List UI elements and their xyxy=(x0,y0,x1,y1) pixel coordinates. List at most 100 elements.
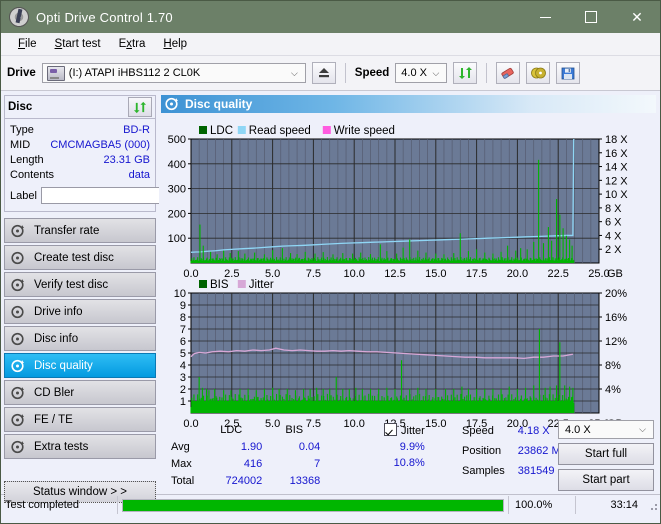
burn-button[interactable] xyxy=(526,62,550,84)
save-button[interactable] xyxy=(556,62,580,84)
max-bis-value: 7 xyxy=(266,456,322,471)
maximize-button[interactable] xyxy=(568,1,614,33)
sidebar-label: Drive info xyxy=(34,306,83,318)
disc-length-label: Length xyxy=(10,154,44,166)
speed-stat-label: Speed xyxy=(461,422,515,440)
y-tick-label: 8 xyxy=(180,312,186,324)
refresh-button[interactable] xyxy=(453,62,477,84)
speed-select[interactable]: 4.0 X ⌵ xyxy=(395,63,447,83)
y-tick-label: 1 xyxy=(180,396,186,408)
sidebar-item-fe-te[interactable]: FE / TE xyxy=(4,407,156,432)
refresh-disc-icon xyxy=(133,101,147,114)
disc-refresh-button[interactable] xyxy=(128,97,152,117)
y-tick-label: 10 xyxy=(174,288,186,300)
sidebar-item-create-test-disc[interactable]: Create test disc xyxy=(4,245,156,270)
progress-bar xyxy=(122,499,504,512)
x-axis-unit: GB xyxy=(607,268,623,280)
minimize-button[interactable] xyxy=(522,1,568,33)
jitter-checkbox-cell[interactable]: Jitter xyxy=(383,422,426,438)
resize-grip[interactable] xyxy=(646,499,658,511)
test-speed-select[interactable]: 4.0 X ⌵ xyxy=(558,420,654,439)
jitter-stats: Jitter 9.9% 10.8% xyxy=(381,420,428,472)
sidebar-item-transfer-rate[interactable]: Transfer rate xyxy=(4,218,156,243)
app-window: Opti Drive Control 1.70 ✕ FFileile Start… xyxy=(0,0,661,524)
y-tick-label: 7 xyxy=(180,324,186,336)
toolbar-divider xyxy=(345,63,346,83)
drive-select[interactable]: (I:) ATAPI iHBS112 2 CL0K ⌵ xyxy=(42,63,306,83)
menu-item-file[interactable]: FFileile xyxy=(9,36,46,52)
charts-container: LDCRead speedWrite speed1002003004005002… xyxy=(161,113,660,436)
save-icon xyxy=(561,67,575,80)
y2-tick-label: 8 X xyxy=(605,203,622,215)
disc-label-label: Label xyxy=(10,190,37,202)
panel-title: Disc quality xyxy=(185,97,252,111)
sidebar-label: Extra tests xyxy=(34,441,88,453)
eject-icon xyxy=(317,67,331,79)
window-controls: ✕ xyxy=(522,1,660,33)
sidebar-label: CD Bler xyxy=(34,387,74,399)
sidebar-item-cd-bler[interactable]: CD Bler xyxy=(4,380,156,405)
menu-item-help[interactable]: Help xyxy=(154,36,196,52)
jitter-checkbox[interactable] xyxy=(384,423,397,436)
sidebar-item-drive-info[interactable]: Drive info xyxy=(4,299,156,324)
sidebar-item-verify-test-disc[interactable]: Verify test disc xyxy=(4,272,156,297)
y2-tick-label: 10 X xyxy=(605,189,628,201)
disc-test-icon xyxy=(11,251,25,265)
y2-tick-label: 16% xyxy=(605,312,627,324)
title-bar: Opti Drive Control 1.70 ✕ xyxy=(1,1,660,33)
disc-quality-charts: LDCRead speedWrite speed1002003004005002… xyxy=(161,113,658,433)
x-tick-label: 7.5 xyxy=(306,268,321,280)
close-button[interactable]: ✕ xyxy=(614,1,660,33)
sidebar-label: Create test disc xyxy=(34,252,114,264)
y2-tick-label: 18 X xyxy=(605,134,628,146)
table-row: Total 724002 13368 xyxy=(169,473,322,488)
burn-icon xyxy=(530,66,546,80)
sidebar-label: Disc quality xyxy=(34,360,93,372)
y2-tick-label: 8% xyxy=(605,360,621,372)
status-divider xyxy=(117,496,118,514)
sidebar-item-extra-tests[interactable]: Extra tests xyxy=(4,434,156,459)
drive-select-value: (I:) ATAPI iHBS112 2 CL0K xyxy=(69,67,200,79)
legend-label: BIS xyxy=(210,279,229,291)
eraser-icon xyxy=(500,66,516,80)
y2-tick-label: 16 X xyxy=(605,148,628,160)
row-label-max: Max xyxy=(169,456,196,471)
chevron-down-icon: ⌵ xyxy=(286,68,303,79)
y2-tick-label: 6 X xyxy=(605,217,622,229)
disc-label-row: Label xyxy=(10,185,150,206)
status-text: Test completed xyxy=(1,499,117,511)
nav-list: Transfer rate Create test disc Verify te… xyxy=(4,218,156,459)
sidebar-item-disc-quality[interactable]: Disc quality xyxy=(4,353,156,378)
y2-tick-label: 4 X xyxy=(605,230,622,242)
start-full-label: Start full xyxy=(585,448,627,460)
start-part-button[interactable]: Start part xyxy=(558,469,654,491)
start-full-button[interactable]: Start full xyxy=(558,443,654,465)
y-tick-label: 200 xyxy=(168,208,186,220)
chevron-down-icon: ⌵ xyxy=(634,424,651,435)
main-body: Disc Type BD-R MID CMCM xyxy=(1,91,660,494)
progress-fill xyxy=(123,500,503,511)
run-controls: 4.0 X ⌵ Start full Start part xyxy=(558,420,654,491)
x-tick-label: 22.5 xyxy=(547,268,568,280)
drive-toolbar: Drive (I:) ATAPI iHBS112 2 CL0K ⌵ Speed … xyxy=(1,56,660,91)
content-area: Disc quality LDCRead speedWrite speed100… xyxy=(159,91,660,494)
y2-tick-label: 12 X xyxy=(605,175,628,187)
menu-item-extra[interactable]: Extra xyxy=(110,36,155,52)
erase-button[interactable] xyxy=(496,62,520,84)
sidebar-label: FE / TE xyxy=(34,414,73,426)
y-tick-label: 400 xyxy=(168,159,186,171)
x-tick-label: 15.0 xyxy=(425,268,446,280)
sidebar-item-disc-info[interactable]: Disc info xyxy=(4,326,156,351)
disc-row-mid: MID CMCMAGBA5 (000) xyxy=(10,137,150,152)
panel-header: Disc quality xyxy=(161,95,656,113)
x-tick-label: 0.0 xyxy=(183,268,198,280)
sidebar-label: Verify test disc xyxy=(34,279,108,291)
menu-item-start-test[interactable]: Start test xyxy=(46,36,110,52)
menu-bar: FFileile Start test Extra Help xyxy=(1,33,660,56)
x-tick-label: 12.5 xyxy=(384,268,405,280)
disc-test-icon xyxy=(11,224,25,238)
table-row: Speed 4.18 X xyxy=(461,422,569,440)
disc-mid-value: CMCMAGBA5 (000) xyxy=(50,139,150,151)
x-tick-label: 10.0 xyxy=(343,268,364,280)
eject-button[interactable] xyxy=(312,62,336,84)
